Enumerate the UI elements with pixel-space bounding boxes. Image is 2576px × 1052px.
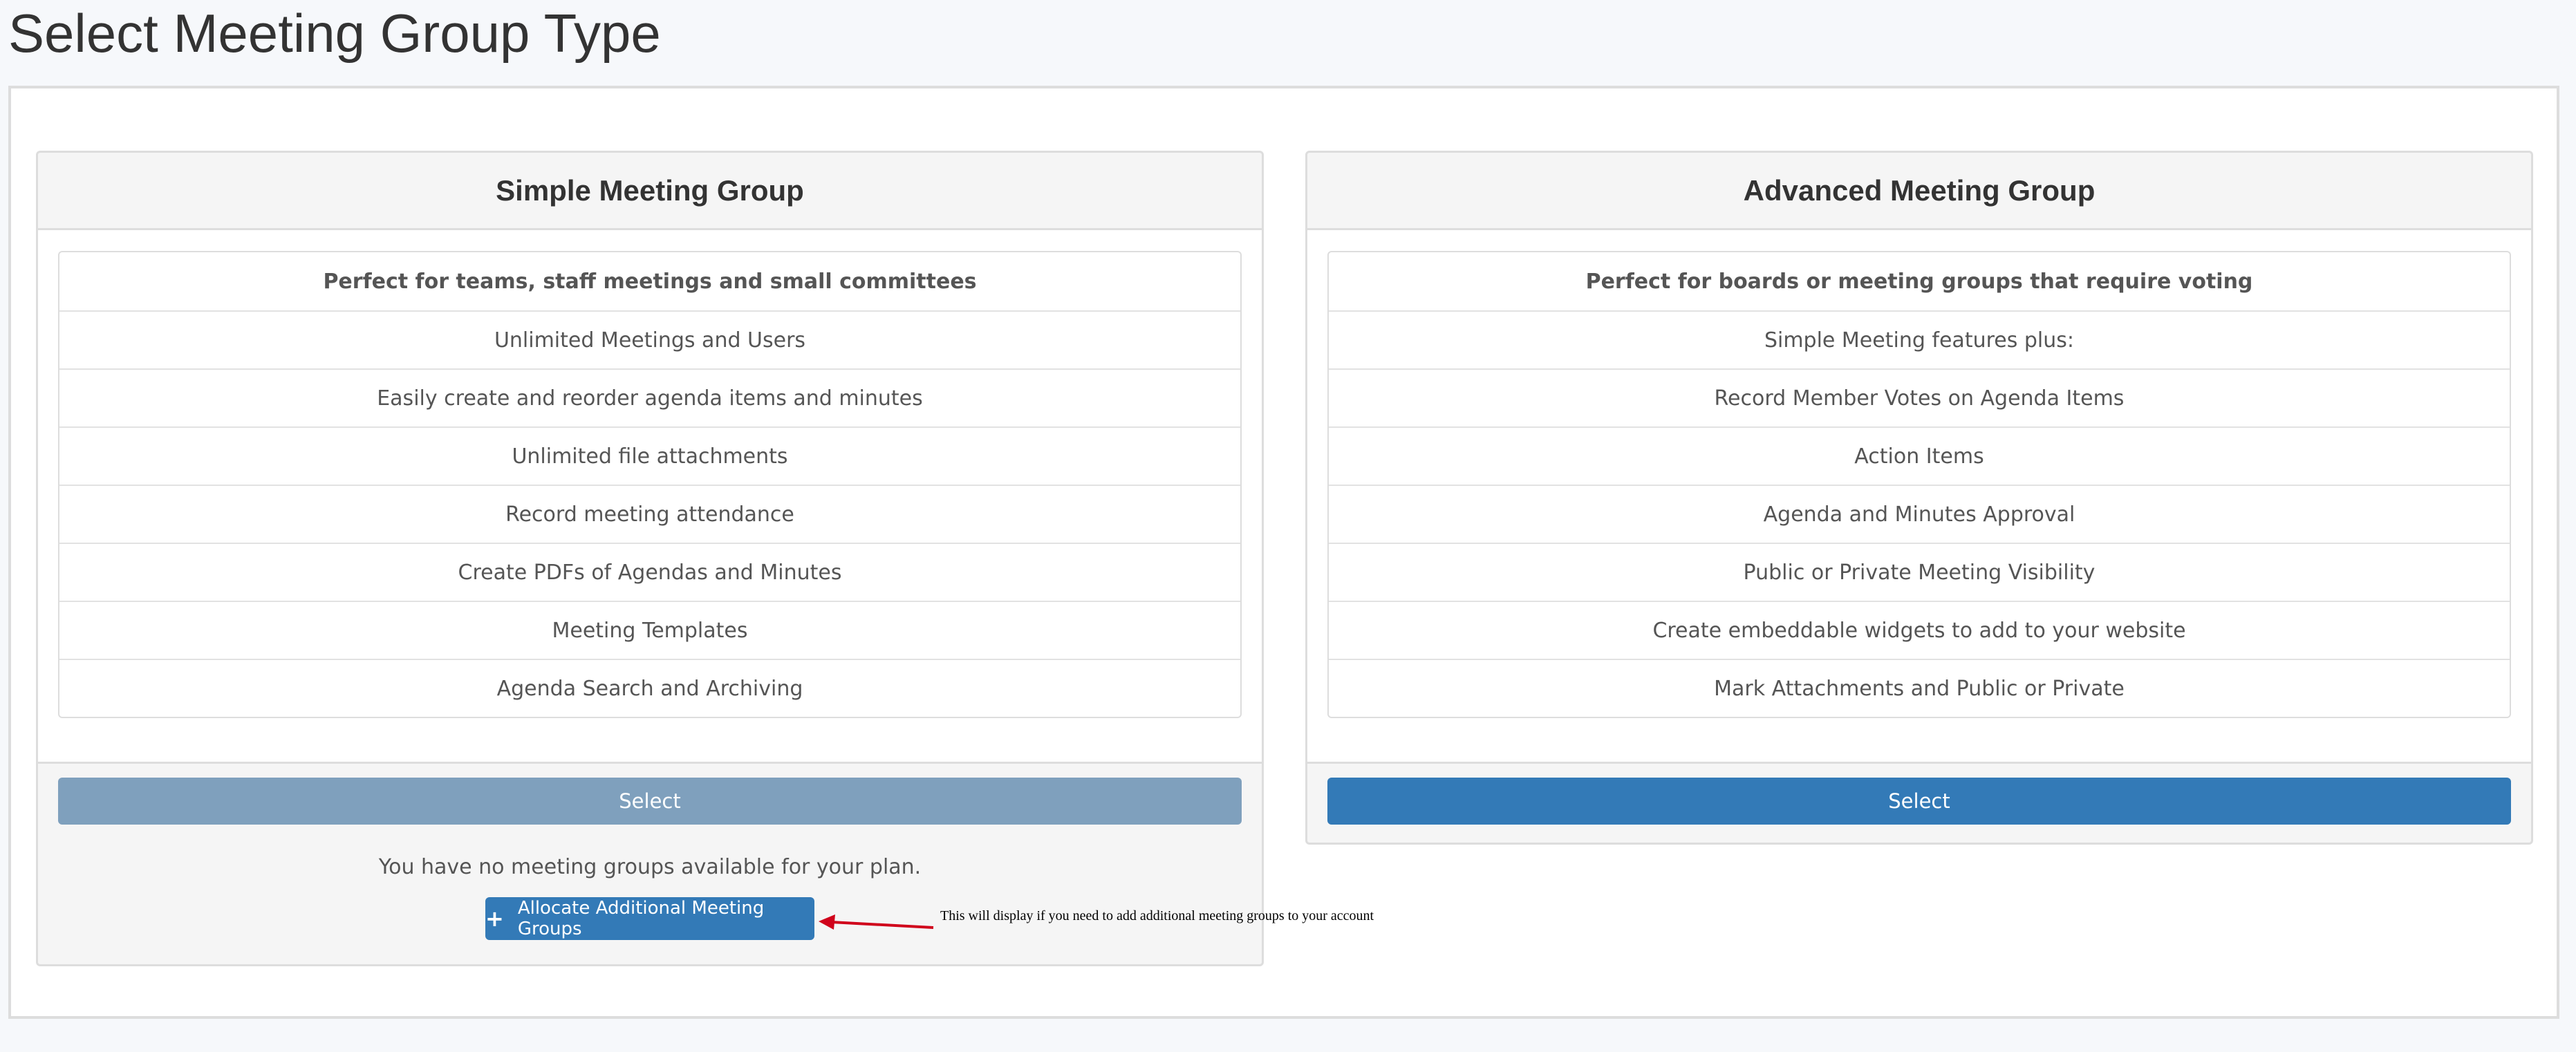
allocate-groups-label: Allocate Additional Meeting Groups xyxy=(517,898,765,939)
simple-feature-list: Perfect for teams, staff meetings and sm… xyxy=(58,251,1242,718)
simple-feature-item: Easily create and reorder agenda items a… xyxy=(59,368,1240,426)
advanced-feature-item: Agenda and Minutes Approval xyxy=(1329,485,2510,543)
advanced-card-footer: Select xyxy=(1307,764,2531,825)
annotation-text: This will display if you need to add add… xyxy=(940,908,1374,923)
simple-feature-item: Unlimited file attachments xyxy=(59,426,1240,485)
allocate-groups-button[interactable]: + Allocate Additional Meeting Groups xyxy=(485,897,814,940)
advanced-meeting-group-card: Advanced Meeting Group Perfect for board… xyxy=(1305,151,2533,845)
page-title: Select Meeting Group Type xyxy=(8,3,661,64)
plus-icon: + xyxy=(485,905,504,932)
advanced-feature-item: Record Member Votes on Agenda Items xyxy=(1329,368,2510,426)
simple-feature-item: Record meeting attendance xyxy=(59,485,1240,543)
simple-feature-item: Agenda Search and Archiving xyxy=(59,659,1240,717)
advanced-card-title: Advanced Meeting Group xyxy=(1307,153,2531,230)
advanced-feature-item: Simple Meeting features plus: xyxy=(1329,310,2510,368)
simple-meeting-group-card: Simple Meeting Group Perfect for teams, … xyxy=(36,151,1264,966)
advanced-feature-item: Mark Attachments and Public or Private xyxy=(1329,659,2510,717)
simple-select-button[interactable]: Select xyxy=(58,778,1242,825)
advanced-feature-item: Create embeddable widgets to add to your… xyxy=(1329,601,2510,659)
simple-feature-item: Meeting Templates xyxy=(59,601,1240,659)
simple-feature-item: Unlimited Meetings and Users xyxy=(59,310,1240,368)
advanced-feature-list: Perfect for boards or meeting groups tha… xyxy=(1327,251,2511,718)
simple-card-title: Simple Meeting Group xyxy=(38,153,1262,230)
advanced-select-button[interactable]: Select xyxy=(1327,778,2511,825)
annotation-arrow-icon xyxy=(819,914,934,930)
simple-feature-item: Create PDFs of Agendas and Minutes xyxy=(59,543,1240,601)
advanced-feature-item: Public or Private Meeting Visibility xyxy=(1329,543,2510,601)
advanced-feature-item: Action Items xyxy=(1329,426,2510,485)
advanced-feature-tagline: Perfect for boards or meeting groups tha… xyxy=(1585,269,2253,294)
advanced-card-body: Perfect for boards or meeting groups tha… xyxy=(1307,230,2531,764)
simple-card-footer: Select You have no meeting groups availa… xyxy=(38,764,1262,879)
no-groups-note: You have no meeting groups available for… xyxy=(378,855,922,879)
simple-card-body: Perfect for teams, staff meetings and sm… xyxy=(38,230,1262,764)
simple-feature-tagline: Perfect for teams, staff meetings and sm… xyxy=(323,269,977,294)
